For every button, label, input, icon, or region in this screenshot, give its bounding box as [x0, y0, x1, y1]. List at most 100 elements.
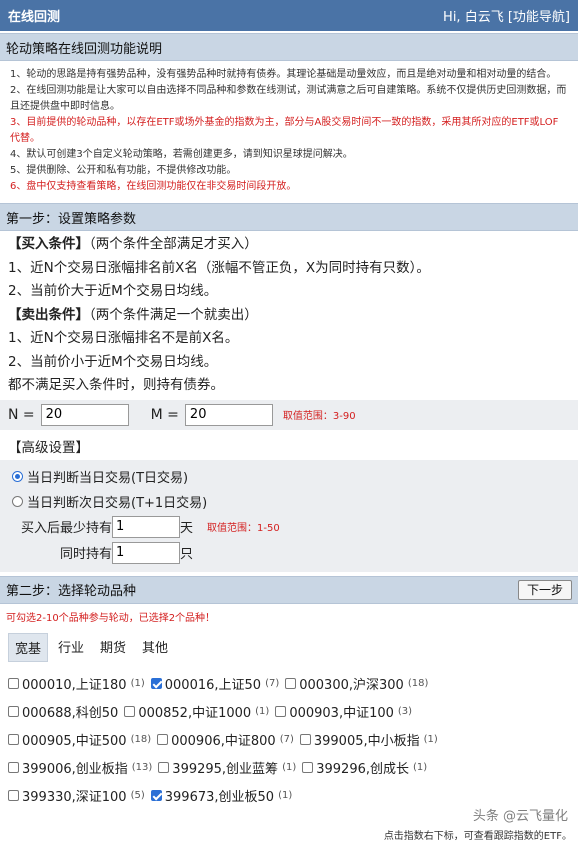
etf-count-badge[interactable]: (7) [280, 734, 294, 745]
etf-count-badge[interactable]: (1) [424, 734, 438, 745]
index-item[interactable]: 000852,中证1000 (1) [124, 702, 269, 721]
intro-notes: 1、轮动的思路是持有强势品种，没有强势品种时就持有债券。其理论基础是动量效应，而… [0, 61, 578, 199]
checkbox-unchecked-icon[interactable] [124, 706, 136, 717]
nm-params-row: N = M = 取值范围：3-90 [0, 399, 578, 430]
index-item[interactable]: 000906,中证800 (7) [157, 730, 294, 749]
etf-count-badge[interactable]: (13) [132, 762, 153, 773]
index-item[interactable]: 399295,创业蓝筹 (1) [158, 758, 296, 777]
n-input[interactable] [40, 403, 129, 426]
checkbox-unchecked-icon[interactable] [8, 678, 19, 689]
index-item-label: 000852,中证1000 [138, 706, 252, 721]
index-item[interactable]: 000016,上证50 (7) [150, 674, 279, 693]
sell-note: （两个条件满足一个就卖出） [89, 306, 258, 323]
note-5: 5、提供删除、公开和私有功能，不提供修改功能。 [10, 165, 237, 176]
top-bar: 在线回测 Hi, 白云飞 [功能导航] [0, 0, 578, 31]
tab-industry[interactable]: 行业 [52, 633, 90, 662]
radio-same-day[interactable]: 当日判断当日交易(T日交易) [12, 464, 570, 489]
checkbox-unchecked-icon[interactable] [8, 762, 19, 773]
buy-condition-heading: 【买入条件】（两个条件全部满足才买入） [8, 233, 570, 257]
m-input[interactable] [184, 403, 273, 426]
index-item[interactable]: 000688,科创50 [8, 702, 118, 721]
greeting-text: Hi, 白云飞 [443, 10, 504, 25]
checkbox-unchecked-icon[interactable] [275, 706, 287, 717]
min-hold-input[interactable] [112, 515, 180, 538]
radio-selected-icon[interactable] [12, 470, 23, 482]
index-item-label: 399296,创成长 [316, 762, 409, 777]
index-row: 000905,中证500 (18) 000906,中证800 (7) 399005,中小… [8, 726, 570, 754]
concurrent-row: 同时持有 只 [12, 540, 570, 566]
next-step-button[interactable]: 下一步 [517, 579, 572, 600]
tab-futures[interactable]: 期货 [94, 633, 132, 662]
nm-range-hint: 取值范围：3-90 [282, 411, 356, 422]
step2-title: 第二步：选择轮动品种 [6, 584, 137, 599]
note-1: 1、轮动的思路是持有强势品种，没有强势品种时就持有债券。其理论基础是动量效应，而… [10, 69, 557, 80]
index-item[interactable]: 399005,中小板指 (1) [299, 730, 438, 749]
radio-unselected-icon[interactable] [12, 495, 23, 507]
index-row: 000010,上证180 (1) 000016,上证50 (7) 000300,沪深30… [8, 670, 570, 698]
concurrent-input[interactable] [112, 541, 180, 564]
index-item-label: 000688,科创50 [22, 706, 119, 721]
page-title: 在线回测 [8, 10, 61, 25]
tab-broad-index[interactable]: 宽基 [8, 632, 49, 662]
checkbox-unchecked-icon[interactable] [8, 706, 19, 717]
checkbox-checked-icon[interactable] [150, 790, 162, 801]
etf-count-badge[interactable]: (5) [131, 790, 145, 801]
etf-count-badge[interactable]: (1) [282, 762, 296, 773]
index-item[interactable]: 000300,沪深300 (18) [285, 674, 428, 693]
index-item[interactable]: 000010,上证180 (1) [8, 674, 145, 693]
etf-count-badge[interactable]: (1) [131, 678, 145, 689]
checkbox-unchecked-icon[interactable] [8, 734, 19, 745]
concurrent-label: 同时持有 [59, 547, 112, 562]
index-item[interactable]: 000905,中证500 (18) [8, 730, 151, 749]
index-item[interactable]: 399296,创成长 (1) [302, 758, 427, 777]
checkbox-unchecked-icon[interactable] [158, 762, 170, 773]
checkbox-unchecked-icon[interactable] [285, 678, 297, 689]
index-item[interactable]: 399006,创业板指 (13) [8, 758, 152, 777]
index-item-label: 399295,创业蓝筹 [172, 762, 279, 777]
concurrent-unit: 只 [180, 547, 194, 562]
index-item[interactable]: 399330,深证100 (5) [8, 786, 145, 805]
hold-range-hint: 取值范围：1-50 [207, 523, 280, 534]
index-item[interactable]: 399673,创业板50 (1) [150, 786, 292, 805]
buy-line-2: 2、当前价大于近M个交易日均线。 [8, 283, 218, 299]
etf-count-badge[interactable]: (1) [413, 762, 427, 773]
buy-line-1: 1、近N个交易日涨幅排名前X名（涨幅不管正负，X为同时持有只数）。 [8, 259, 430, 276]
radio-same-day-label: 当日判断当日交易(T日交易) [27, 470, 189, 486]
selection-hint: 可勾选2-10个品种参与轮动，已选择2个品种！ [6, 612, 216, 624]
note-4: 4、默认可创建3个自定义轮动策略，若需创建更多，请到知识星球提问解决。 [10, 149, 353, 160]
tab-other[interactable]: 其他 [136, 633, 174, 662]
etf-count-badge[interactable]: (18) [131, 734, 152, 745]
index-row: 399006,创业板指 (13) 399295,创业蓝筹 (1) 399296,创成长(… [8, 754, 570, 782]
index-row: 000688,科创50 000852,中证1000 (1) 000903,中证100 (… [8, 698, 570, 726]
index-item-label: 000016,上证50 [164, 678, 262, 693]
checkbox-checked-icon[interactable] [150, 678, 162, 689]
etf-count-badge[interactable]: (18) [408, 678, 429, 689]
checkbox-unchecked-icon[interactable] [299, 734, 311, 745]
n-label: N = [8, 406, 35, 423]
buy-note: （两个条件全部满足才买入） [89, 236, 258, 252]
category-tabs: 宽基 行业 期货 其他 [0, 629, 578, 666]
index-item-label: 000903,中证100 [289, 706, 394, 721]
function-nav-link[interactable]: [功能导航] [508, 10, 570, 25]
index-item-label: 399330,深证100 [22, 790, 127, 805]
etf-count-badge[interactable]: (3) [398, 706, 412, 717]
checkbox-unchecked-icon[interactable] [302, 762, 314, 773]
index-item-label: 000300,沪深300 [299, 678, 404, 693]
buy-title: 【买入条件】 [8, 236, 89, 252]
etf-count-badge[interactable]: (7) [265, 678, 279, 689]
checkbox-unchecked-icon[interactable] [8, 790, 19, 801]
etf-count-badge[interactable]: (1) [278, 790, 292, 801]
index-item-label: 399006,创业板指 [22, 762, 128, 777]
index-item-label: 399673,创业板50 [164, 790, 275, 805]
bond-line: 都不满足买入条件时，则持有债券。 [8, 377, 224, 393]
min-hold-row: 买入后最少持有 天 取值范围：1-50 [12, 514, 570, 540]
etf-count-badge[interactable]: (1) [255, 706, 269, 717]
advanced-title: 【高级设置】 [8, 439, 89, 456]
index-item[interactable]: 000903,中证100 (3) [275, 702, 412, 721]
conditions: 【买入条件】（两个条件全部满足才买入） 1、近N个交易日涨幅排名前X名（涨幅不管… [0, 231, 578, 400]
note-6: 6、盘中仅支持查看策略，在线回测功能仅在非交易时间段开放。 [10, 181, 297, 192]
radio-next-day[interactable]: 当日判断次日交易(T+1日交易) [12, 489, 570, 514]
index-item-label: 000010,上证180 [22, 678, 127, 693]
checkbox-unchecked-icon[interactable] [157, 734, 169, 745]
user-greeting: Hi, 白云飞 [功能导航] [443, 6, 570, 25]
